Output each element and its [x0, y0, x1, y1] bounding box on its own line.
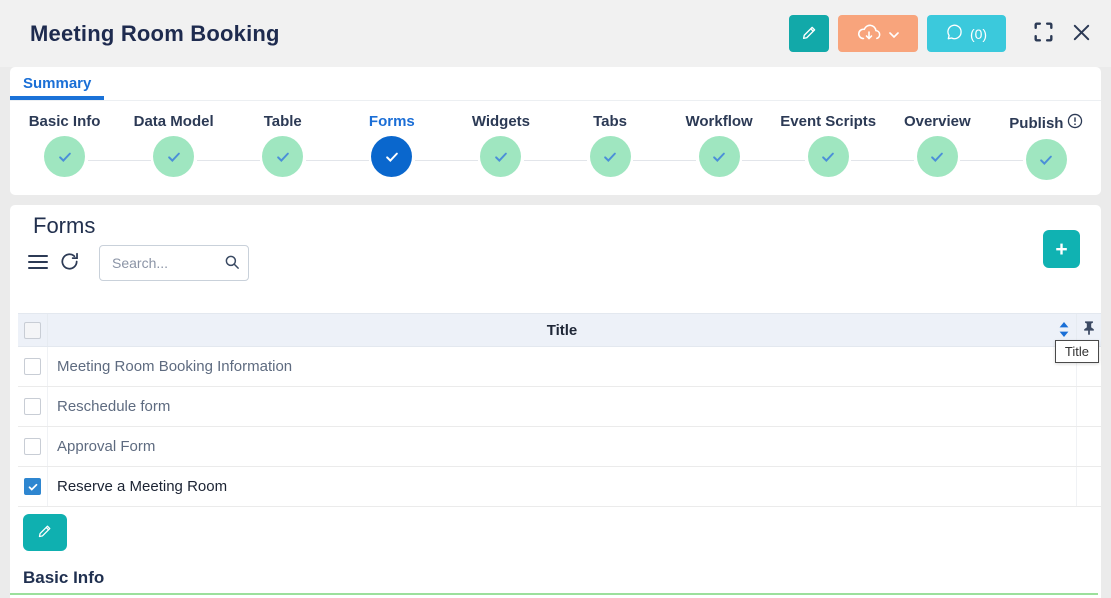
add-form-button[interactable]: + — [1043, 230, 1080, 268]
edit-selected-button[interactable] — [23, 514, 67, 551]
tab-summary[interactable]: Summary — [10, 67, 104, 100]
step-table[interactable]: Table — [228, 113, 337, 180]
row-checkbox-cell — [18, 427, 48, 466]
check-icon — [1037, 151, 1055, 169]
refresh-button[interactable] — [59, 251, 80, 275]
row-checkbox[interactable] — [24, 438, 41, 455]
forms-toolbar — [28, 245, 1101, 281]
step-publish[interactable]: Publish — [992, 113, 1101, 180]
row-pin-cell — [1076, 427, 1101, 466]
publish-dropdown-button[interactable] — [838, 15, 918, 52]
check-icon — [710, 148, 728, 166]
step-check-circle — [262, 136, 303, 177]
chevron-down-icon — [889, 26, 899, 41]
title-column-header[interactable]: Title — [48, 314, 1076, 346]
pencil-icon — [801, 24, 818, 44]
table-header-row: Title Title — [18, 313, 1101, 347]
comments-button[interactable]: (0) — [927, 15, 1006, 52]
hamburger-icon — [28, 254, 48, 273]
sort-icon[interactable] — [1058, 322, 1070, 341]
row-title: Reschedule form — [48, 398, 170, 415]
check-icon — [492, 148, 510, 166]
fullscreen-button[interactable] — [1031, 20, 1056, 48]
comment-icon — [946, 24, 963, 44]
row-title: Approval Form — [48, 438, 155, 455]
step-check-circle — [917, 136, 958, 177]
step-check-circle — [153, 136, 194, 177]
row-title: Reserve a Meeting Room — [48, 478, 227, 495]
menu-button[interactable] — [28, 254, 48, 273]
row-title-cell: Reserve a Meeting Room — [48, 467, 1076, 506]
row-checkbox[interactable] — [24, 398, 41, 415]
cloud-download-icon — [857, 23, 881, 45]
step-check-circle — [590, 136, 631, 177]
table-row[interactable]: Approval Form — [18, 427, 1101, 467]
step-event-scripts[interactable]: Event Scripts — [774, 113, 883, 180]
window-header: Meeting Room Booking (0) — [0, 0, 1111, 67]
table-row[interactable]: Meeting Room Booking Information — [18, 347, 1101, 387]
table-row[interactable]: Reserve a Meeting Room — [18, 467, 1101, 507]
row-title-cell: Approval Form — [48, 427, 1076, 466]
pencil-icon — [37, 523, 53, 542]
search-icon[interactable] — [223, 253, 241, 276]
comment-count: (0) — [970, 26, 987, 42]
pin-icon[interactable] — [1082, 320, 1096, 340]
row-checkbox-cell — [18, 387, 48, 426]
step-data-model[interactable]: Data Model — [119, 113, 228, 180]
table-row[interactable]: Reschedule form — [18, 387, 1101, 427]
step-check-circle — [1026, 139, 1067, 180]
pin-tooltip: Title — [1055, 340, 1099, 363]
section-divider — [10, 593, 1098, 595]
search-box — [99, 245, 249, 281]
check-icon — [928, 148, 946, 166]
step-check-circle — [480, 136, 521, 177]
step-forms[interactable]: Forms — [337, 113, 446, 180]
step-basic-info[interactable]: Basic Info — [10, 113, 119, 180]
wizard-stepper: Basic Info Data Model Table Forms Widget… — [10, 101, 1101, 180]
close-icon — [1070, 21, 1093, 47]
step-check-circle — [699, 136, 740, 177]
warning-icon — [1067, 113, 1083, 133]
summary-card: Summary Basic Info Data Model Table Form… — [10, 67, 1101, 195]
edit-button[interactable] — [789, 15, 829, 52]
forms-panel: Forms + Title — [10, 205, 1101, 598]
step-check-circle — [44, 136, 85, 177]
row-title-cell: Reschedule form — [48, 387, 1076, 426]
step-overview[interactable]: Overview — [883, 113, 992, 180]
step-check-circle — [808, 136, 849, 177]
step-widgets[interactable]: Widgets — [446, 113, 555, 180]
tab-bar: Summary — [10, 67, 1101, 101]
step-workflow[interactable]: Workflow — [665, 113, 774, 180]
row-pin-cell — [1076, 387, 1101, 426]
basic-info-section-title: Basic Info — [23, 568, 1101, 588]
close-button[interactable] — [1070, 21, 1093, 47]
check-icon — [165, 148, 183, 166]
card-gap — [0, 195, 1111, 205]
column-header-label: Title — [48, 322, 1076, 339]
check-icon — [56, 148, 74, 166]
step-tabs[interactable]: Tabs — [555, 113, 664, 180]
row-title-cell: Meeting Room Booking Information — [48, 347, 1076, 386]
row-checkbox-cell — [18, 347, 48, 386]
forms-panel-title: Forms — [10, 205, 1101, 239]
check-icon — [274, 148, 292, 166]
row-checkbox-cell — [18, 467, 48, 506]
check-icon — [601, 148, 619, 166]
header-checkbox-cell — [18, 314, 48, 346]
select-all-checkbox[interactable] — [24, 322, 41, 339]
page-title: Meeting Room Booking — [30, 21, 280, 47]
check-icon — [27, 481, 39, 493]
forms-table: Title Title Meeting Room Booking Informa… — [18, 313, 1101, 507]
refresh-icon — [59, 251, 80, 275]
row-title: Meeting Room Booking Information — [48, 358, 292, 375]
row-checkbox[interactable] — [24, 358, 41, 375]
check-icon — [819, 148, 837, 166]
step-check-circle — [371, 136, 412, 177]
row-pin-cell — [1076, 467, 1101, 506]
check-icon — [383, 148, 401, 166]
fullscreen-icon — [1031, 20, 1056, 48]
row-checkbox[interactable] — [24, 478, 41, 495]
